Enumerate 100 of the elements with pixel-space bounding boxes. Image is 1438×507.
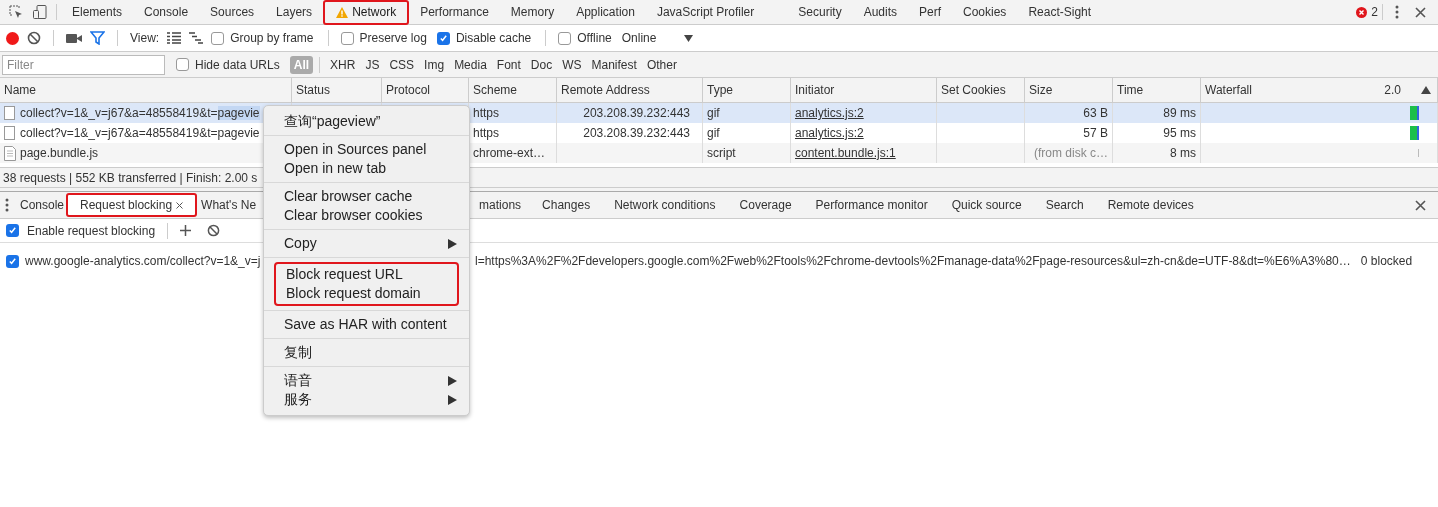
checkmark-icon	[8, 226, 17, 235]
column-header[interactable]: Waterfall	[1205, 81, 1252, 99]
menu-item[interactable]: Open in Sources panel	[264, 140, 469, 159]
inspect-icon[interactable]	[8, 4, 24, 20]
add-icon[interactable]	[180, 225, 192, 236]
drawer-tab[interactable]: Changes	[530, 193, 603, 217]
checkbox[interactable]	[211, 31, 225, 45]
checkbox[interactable]	[6, 254, 19, 268]
checkmark-icon	[8, 256, 17, 266]
panel-tab[interactable]: Performance	[409, 0, 500, 25]
menu-item[interactable]: 语音	[264, 371, 469, 390]
type-filter[interactable]: Media	[450, 55, 491, 74]
column-header[interactable]: Size	[1029, 81, 1053, 99]
menu-item[interactable]: Clear browser cookies	[264, 206, 469, 225]
drawer-tab[interactable]: Console	[16, 193, 67, 217]
panel-tab[interactable]: Sources	[199, 0, 266, 25]
column-header[interactable]: Time	[1117, 81, 1144, 99]
table-cell-text: script	[707, 145, 736, 162]
more-icon[interactable]	[5, 198, 9, 212]
type-filter[interactable]: XHR	[326, 55, 360, 74]
menu-item[interactable]: Copy	[264, 234, 469, 253]
panel-tab[interactable]: Perf	[908, 0, 952, 25]
summary-text: 38 requests | 552 KB transferred | Finish: 2.00 s	[3, 169, 258, 187]
type-filter[interactable]: Doc	[526, 55, 557, 74]
panel-tab[interactable]: JavaScript Profiler	[645, 0, 766, 25]
type-filter[interactable]: WS	[558, 55, 586, 74]
sort-arrow-icon[interactable]	[1421, 86, 1431, 94]
option-label: Hide data URLs	[195, 56, 280, 74]
drawer-tab[interactable]: Coverage	[727, 193, 804, 217]
panel-tab[interactable]: Network	[323, 0, 410, 25]
option-label: Group by frame	[230, 30, 314, 47]
throttling-select[interactable]: Online	[621, 29, 702, 47]
drawer-tab[interactable]: Search	[1033, 193, 1096, 217]
clear-icon[interactable]	[207, 224, 221, 237]
checkbox[interactable]	[340, 31, 354, 45]
blocked-url: l=https%3A%2F%2Fdevelopers.google.com%2Fweb%2Ftools%2Fchrome-devtools%2Fmanage-data%2Fpage-resources&ul=zh-cn&de=UTF-8&dt=%E6%A3%80…	[475, 253, 1351, 270]
close-icon[interactable]	[176, 201, 184, 209]
column-header[interactable]: Protocol	[386, 81, 431, 99]
checkmark-icon	[438, 33, 448, 43]
menu-item[interactable]: Clear browser cache	[264, 187, 469, 206]
more-icon[interactable]	[1395, 5, 1399, 19]
type-filter[interactable]: Font	[492, 55, 525, 74]
type-filter[interactable]: Img	[420, 55, 449, 74]
panel-tab[interactable]: Elements	[61, 0, 134, 25]
table-cell-text: 8 ms	[1170, 145, 1196, 162]
type-filter[interactable]: JS	[361, 55, 384, 74]
table-cell-text: chrome-ext…	[473, 145, 546, 162]
drawer-tab[interactable]: Quick source	[939, 193, 1034, 217]
drawer-tab[interactable]: Performance monitor	[803, 193, 940, 217]
checkbox[interactable]	[436, 31, 450, 45]
close-icon[interactable]	[1415, 6, 1426, 18]
column-header[interactable]: Set Cookies	[941, 81, 1006, 99]
panel-tab[interactable]: Layers	[265, 0, 324, 25]
option-label: Offline	[577, 30, 612, 47]
panel-tab[interactable]: Cookies	[952, 0, 1018, 25]
column-header[interactable]: Status	[296, 81, 331, 99]
drawer-tab[interactable]: Network conditions	[602, 193, 728, 217]
camera-icon[interactable]	[66, 32, 82, 44]
device-icon[interactable]	[32, 4, 48, 20]
table-cell-text: 95 ms	[1163, 125, 1196, 142]
checkbox[interactable]	[176, 58, 189, 71]
type-filter[interactable]: CSS	[385, 55, 419, 74]
panel-tab[interactable]: Security	[787, 0, 853, 25]
initiator-link[interactable]: analytics.js:2	[795, 104, 864, 122]
filter-field[interactable]: Filter	[2, 54, 165, 75]
column-header[interactable]: Scheme	[473, 81, 518, 99]
menu-item[interactable]: Block request URL	[276, 265, 457, 284]
list-view-icon[interactable]	[167, 32, 182, 44]
menu-item[interactable]: Block request domain	[276, 284, 457, 303]
waterfall-view-icon[interactable]	[189, 32, 204, 44]
table-cell-text: https	[473, 125, 499, 142]
column-header[interactable]: Remote Address	[561, 81, 650, 99]
record-button[interactable]	[6, 31, 19, 45]
drawer-tab[interactable]: What's Ne	[197, 193, 257, 217]
error-count[interactable]: 2	[1371, 3, 1378, 21]
initiator-link[interactable]: content.bundle.js:1	[795, 144, 896, 162]
column-header[interactable]: Initiator	[795, 81, 835, 99]
type-filter[interactable]: Other	[642, 55, 681, 74]
request-name: page.bundle.js	[20, 145, 99, 162]
column-header[interactable]: Name	[4, 81, 36, 99]
checkbox[interactable]	[558, 31, 572, 45]
type-filter[interactable]: Manifest	[587, 55, 641, 74]
drawer-tab[interactable]: Request blocking	[66, 193, 198, 217]
menu-item[interactable]: 复制	[264, 343, 469, 362]
column-header[interactable]: Type	[707, 81, 733, 99]
panel-tab[interactable]: Console	[133, 0, 200, 25]
close-icon[interactable]	[1415, 199, 1426, 211]
filter-icon[interactable]	[90, 31, 105, 45]
panel-tab[interactable]: Application	[565, 0, 646, 25]
option-label: Preserve log	[359, 30, 427, 47]
drawer-tab[interactable]: mations	[478, 193, 523, 217]
panel-tab[interactable]: Audits	[852, 0, 908, 25]
clear-icon[interactable]	[27, 31, 41, 45]
panel-tab[interactable]: React-Sight	[1017, 0, 1103, 25]
initiator-link[interactable]: analytics.js:2	[795, 124, 864, 142]
menu-item[interactable]: 服务	[264, 390, 469, 409]
drawer-tab[interactable]: Remote devices	[1095, 193, 1206, 217]
panel-tab[interactable]: Memory	[499, 0, 566, 25]
menu-item[interactable]: Save as HAR with content	[264, 315, 469, 334]
checkbox[interactable]	[6, 224, 19, 237]
